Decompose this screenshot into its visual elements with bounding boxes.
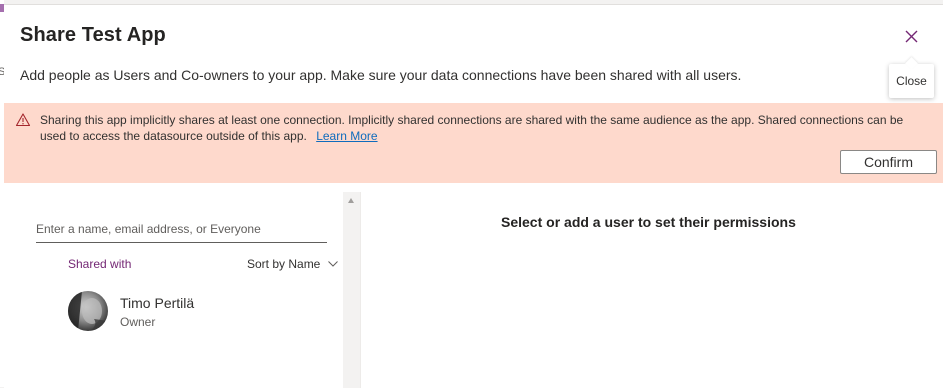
share-dialog: Share Test App Close Add people as Users… — [4, 4, 943, 388]
warning-text-container: Sharing this app implicitly shares at le… — [40, 112, 930, 144]
close-tooltip-label: Close — [896, 74, 927, 88]
pane-divider — [360, 192, 361, 388]
close-tooltip: Close — [889, 57, 934, 98]
dialog-subtitle: Add people as Users and Co-owners to you… — [20, 67, 742, 83]
user-name: Timo Pertilä — [120, 295, 195, 311]
user-role: Owner — [120, 315, 156, 329]
sort-dropdown[interactable]: Sort by Name — [247, 257, 339, 271]
chevron-down-icon — [328, 261, 339, 267]
tooltip-beak — [905, 57, 918, 70]
warning-triangle-icon — [15, 113, 31, 127]
dialog-title: Share Test App — [20, 24, 166, 46]
close-button[interactable] — [900, 25, 922, 47]
people-search-input[interactable] — [36, 216, 327, 243]
people-scrollbar[interactable] — [343, 192, 360, 388]
permissions-empty-message: Select or add a user to set their permis… — [501, 214, 796, 230]
shared-with-label: Shared with — [68, 257, 132, 271]
learn-more-link[interactable]: Learn More — [316, 129, 377, 143]
warning-message-bar: Sharing this app implicitly shares at le… — [4, 103, 943, 183]
warning-text: Sharing this app implicitly shares at le… — [40, 113, 904, 143]
close-icon — [905, 30, 917, 42]
user-list-item[interactable]: Timo Pertilä Owner — [68, 288, 328, 336]
sort-label: Sort by Name — [247, 257, 321, 271]
people-pane: Shared with Sort by Name — [4, 192, 344, 388]
avatar — [68, 291, 108, 331]
scroll-up-arrow-icon[interactable] — [348, 198, 354, 203]
confirm-button[interactable]: Confirm — [840, 150, 937, 174]
avatar-image — [68, 291, 108, 331]
